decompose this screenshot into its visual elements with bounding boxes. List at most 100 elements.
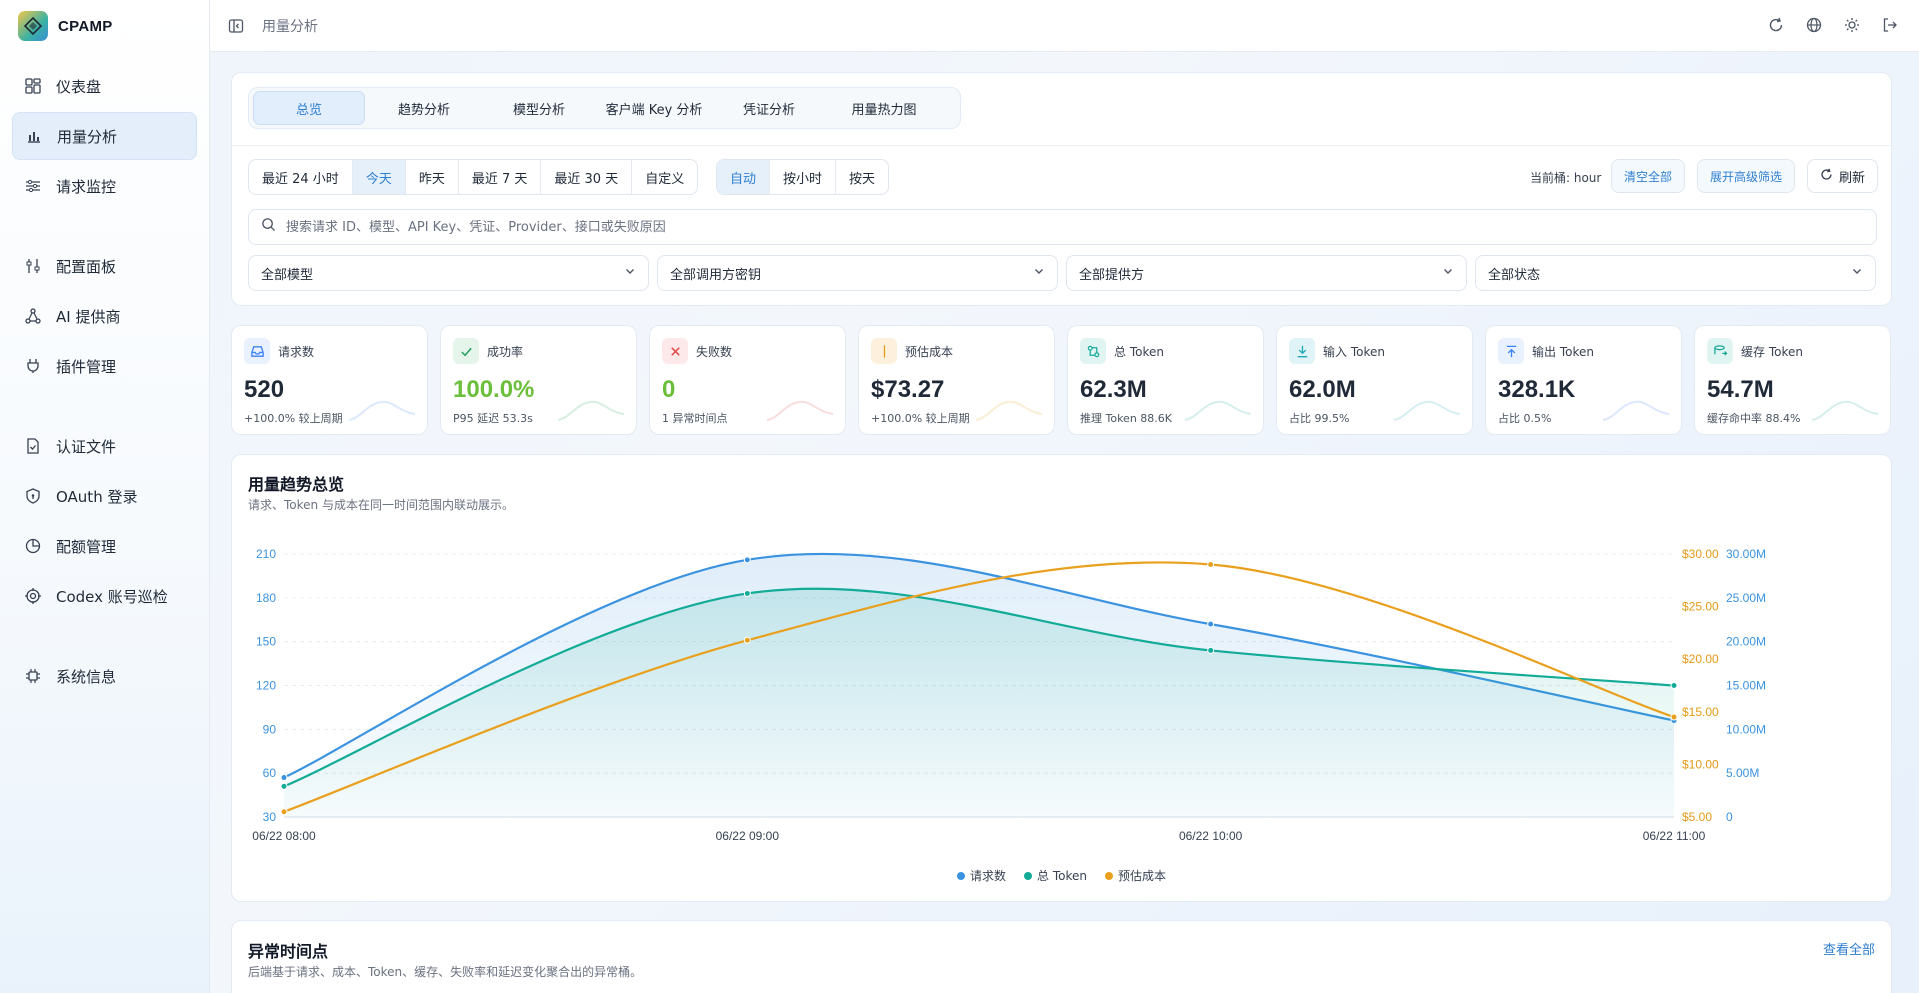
stat-label: 请求数 <box>278 344 315 359</box>
sparkline <box>348 400 416 421</box>
logout-icon[interactable] <box>1881 16 1899 34</box>
range-24h[interactable]: 最近 24 小时 <box>249 160 353 194</box>
legend-item-requests[interactable]: 请求数 <box>957 867 1006 884</box>
search-input[interactable] <box>286 219 1786 235</box>
y-tick-label-left: 150 <box>256 635 276 649</box>
sidebar-item-oauth-login[interactable]: OAuth 登录 <box>12 472 197 520</box>
settings-sliders-icon <box>24 257 42 275</box>
stat-card-est-cost[interactable]: 预估成本 $73.27 +100.0% 较上周期 <box>858 325 1055 435</box>
sidebar-item-plugins[interactable]: 插件管理 <box>12 342 197 390</box>
sidebar-item-label: OAuth 登录 <box>56 487 138 506</box>
sidebar: CPAMP 仪表盘 用量分析 请求监控 配置面板 AI 提供商 插件管理 认证文… <box>0 0 210 993</box>
clear-all-button[interactable]: 清空全部 <box>1611 159 1686 193</box>
brand[interactable]: CPAMP <box>0 0 209 52</box>
stat-card-cache-token[interactable]: 缓存 Token 54.7M 缓存命中率 88.4% <box>1694 325 1891 435</box>
cache-icon <box>1707 338 1733 364</box>
y-tick-label-token: 30.00M <box>1726 547 1766 561</box>
sidebar-item-label: 插件管理 <box>56 357 117 376</box>
data-point-requests <box>743 556 751 564</box>
sidebar-item-quota[interactable]: 配额管理 <box>12 522 197 570</box>
chevron-down-icon <box>1851 265 1863 281</box>
y-tick-label-left: 120 <box>256 679 276 693</box>
range-yesterday[interactable]: 昨天 <box>406 160 459 194</box>
tab-trend[interactable]: 趋势分析 <box>368 91 480 125</box>
legend-label: 请求数 <box>970 869 1007 883</box>
stat-card-success-rate[interactable]: 成功率 100.0% P95 延迟 53.3s <box>440 325 637 435</box>
granularity-hour[interactable]: 按小时 <box>770 160 837 194</box>
tab-credential[interactable]: 凭证分析 <box>713 91 825 125</box>
y-tick-label-cost: $15.00 <box>1682 705 1719 719</box>
legend-item-cost[interactable]: 预估成本 <box>1104 867 1166 884</box>
stat-header: 请求数 <box>244 338 314 364</box>
stat-card-total-token[interactable]: 总 Token 62.3M 推理 Token 88.6K <box>1067 325 1264 435</box>
y-tick-label-cost: $30.00 <box>1682 547 1719 561</box>
refresh-icon <box>1820 168 1833 185</box>
topbar: 用量分析 <box>210 0 1919 52</box>
sidebar-item-codex-check[interactable]: Codex 账号巡检 <box>12 572 197 620</box>
legend-dot <box>1104 871 1113 880</box>
range-7d[interactable]: 最近 7 天 <box>459 160 542 194</box>
advanced-filter-button[interactable]: 展开高级筛选 <box>1697 159 1796 193</box>
sparkline <box>1184 400 1252 421</box>
globe-icon[interactable] <box>1805 16 1823 34</box>
select-value: 全部提供方 <box>1079 267 1145 283</box>
legend-item-tokens[interactable]: 总 Token <box>1024 867 1087 884</box>
sidebar-item-label: Codex 账号巡检 <box>56 587 168 606</box>
sidebar-toggle-icon[interactable] <box>226 16 246 36</box>
file-check-icon <box>24 437 42 455</box>
status-filter-select[interactable]: 全部状态 <box>1475 255 1876 291</box>
refresh-button[interactable]: 刷新 <box>1807 159 1879 193</box>
range-30d[interactable]: 最近 30 天 <box>541 160 633 194</box>
stat-label: 输出 Token <box>1532 344 1594 359</box>
granularity-auto[interactable]: 自动 <box>717 160 771 194</box>
data-point-requests <box>1207 620 1215 628</box>
theme-sun-icon[interactable] <box>1843 16 1861 34</box>
filters-card: 总览 趋势分析 模型分析 客户端 Key 分析 凭证分析 用量热力图 最近 24… <box>231 72 1892 306</box>
view-all-link[interactable]: 查看全部 <box>1823 939 1875 958</box>
stat-card-requests[interactable]: 请求数 520 +100.0% 较上周期 <box>231 325 428 435</box>
y-tick-label-left: 210 <box>256 547 276 561</box>
granularity-day[interactable]: 按天 <box>836 160 888 194</box>
sidebar-item-label: 认证文件 <box>56 437 117 456</box>
tab-model[interactable]: 模型分析 <box>483 91 595 125</box>
sidebar-item-system-info[interactable]: 系统信息 <box>12 652 197 700</box>
reload-icon[interactable] <box>1767 16 1785 34</box>
sparkline <box>975 400 1043 421</box>
data-point-total-token <box>743 589 751 597</box>
stat-header: 输出 Token <box>1498 338 1594 364</box>
caller-key-filter-select[interactable]: 全部调用方密钥 <box>657 255 1058 291</box>
range-custom[interactable]: 自定义 <box>632 160 697 194</box>
stat-value: 100.0% <box>453 376 535 403</box>
stat-card-input-token[interactable]: 输入 Token 62.0M 占比 99.5% <box>1276 325 1473 435</box>
stat-subtext: 占比 99.5% <box>1289 412 1350 425</box>
model-filter-select[interactable]: 全部模型 <box>248 255 649 291</box>
sidebar-item-request-monitor[interactable]: 请求监控 <box>12 162 197 210</box>
y-tick-label-left: 90 <box>263 722 277 736</box>
stat-label: 缓存 Token <box>1741 344 1803 359</box>
sidebar-item-label: AI 提供商 <box>56 307 121 326</box>
data-point-total-token <box>1670 682 1678 689</box>
chevron-down-icon <box>624 265 636 281</box>
select-value: 全部状态 <box>1488 267 1541 283</box>
tab-client-key[interactable]: 客户端 Key 分析 <box>598 91 710 125</box>
stat-value: 62.3M <box>1080 376 1147 403</box>
analysis-tabs: 总览 趋势分析 模型分析 客户端 Key 分析 凭证分析 用量热力图 <box>248 87 961 129</box>
breadcrumb: 用量分析 <box>262 18 318 35</box>
stat-card-output-token[interactable]: 输出 Token 328.1K 占比 0.5% <box>1485 325 1682 435</box>
sidebar-item-dashboard[interactable]: 仪表盘 <box>12 62 197 110</box>
select-value: 全部模型 <box>261 267 314 283</box>
sidebar-item-usage-analysis[interactable]: 用量分析 <box>12 112 197 160</box>
stat-card-failures[interactable]: 失败数 0 1 异常时间点 <box>649 325 846 435</box>
range-today[interactable]: 今天 <box>352 160 406 194</box>
usage-trend-chart[interactable]: 210 180 150 120 90 60 30 $30.00 $25.00 $20.00 $15.… <box>232 455 1893 895</box>
tab-heatmap[interactable]: 用量热力图 <box>828 91 940 125</box>
sidebar-item-auth-files[interactable]: 认证文件 <box>12 422 197 470</box>
shield-icon <box>24 487 42 505</box>
stat-value: $73.27 <box>871 376 945 403</box>
stat-value: 62.0M <box>1289 376 1356 403</box>
sidebar-item-config-panel[interactable]: 配置面板 <box>12 242 197 290</box>
sidebar-item-ai-providers[interactable]: AI 提供商 <box>12 292 197 340</box>
tab-overview[interactable]: 总览 <box>253 91 365 125</box>
time-range-selector: 最近 24 小时 今天 昨天 最近 7 天 最近 30 天 自定义 <box>248 159 699 195</box>
provider-filter-select[interactable]: 全部提供方 <box>1066 255 1467 291</box>
